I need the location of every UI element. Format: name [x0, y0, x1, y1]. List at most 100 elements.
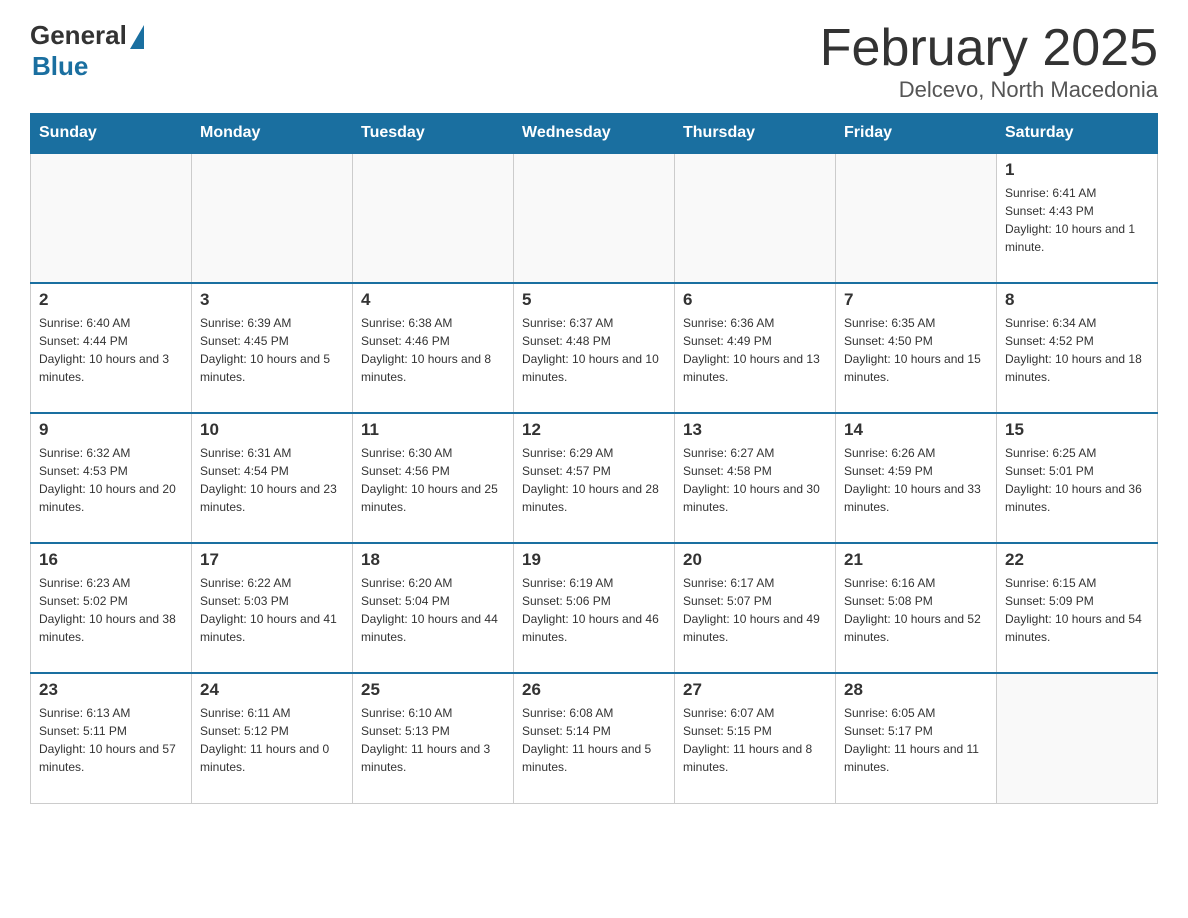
day-number: 28 — [844, 680, 988, 700]
day-number: 20 — [683, 550, 827, 570]
calendar-cell: 21 Sunrise: 6:16 AMSunset: 5:08 PMDayligh… — [836, 543, 997, 673]
calendar-cell: 28 Sunrise: 6:05 AMSunset: 5:17 PMDayligh… — [836, 673, 997, 803]
calendar-cell — [192, 153, 353, 283]
day-number: 13 — [683, 420, 827, 440]
calendar-cell: 27 Sunrise: 6:07 AMSunset: 5:15 PMDayligh… — [675, 673, 836, 803]
calendar-cell: 15Sunrise: 6:25 AMSunset: 5:01 PMDayligh… — [997, 413, 1158, 543]
calendar-cell: 10 Sunrise: 6:31 AMSunset: 4:54 PMDayligh… — [192, 413, 353, 543]
calendar-cell: 4 Sunrise: 6:38 AMSunset: 4:46 PMDaylight… — [353, 283, 514, 413]
day-info: Sunrise: 6:05 AMSunset: 5:17 PMDaylight:… — [844, 704, 988, 776]
calendar-cell: 17 Sunrise: 6:22 AMSunset: 5:03 PMDayligh… — [192, 543, 353, 673]
logo-general-text: General — [30, 20, 127, 51]
calendar-cell: 13Sunrise: 6:27 AMSunset: 4:58 PMDayligh… — [675, 413, 836, 543]
day-number: 16 — [39, 550, 183, 570]
calendar-cell: 22Sunrise: 6:15 AMSunset: 5:09 PMDayligh… — [997, 543, 1158, 673]
day-number: 14 — [844, 420, 988, 440]
calendar-cell — [31, 153, 192, 283]
day-number: 19 — [522, 550, 666, 570]
title-area: February 2025 Delcevo, North Macedonia — [820, 20, 1158, 103]
weekday-header-sunday: Sunday — [31, 114, 192, 154]
day-info: Sunrise: 6:35 AMSunset: 4:50 PMDaylight:… — [844, 314, 988, 386]
calendar-cell: 19 Sunrise: 6:19 AMSunset: 5:06 PMDayligh… — [514, 543, 675, 673]
calendar-cell: 2 Sunrise: 6:40 AMSunset: 4:44 PMDaylight… — [31, 283, 192, 413]
day-number: 23 — [39, 680, 183, 700]
calendar-cell: 9 Sunrise: 6:32 AMSunset: 4:53 PMDaylight… — [31, 413, 192, 543]
weekday-header-thursday: Thursday — [675, 114, 836, 154]
calendar-cell: 7 Sunrise: 6:35 AMSunset: 4:50 PMDaylight… — [836, 283, 997, 413]
calendar-cell: 8Sunrise: 6:34 AMSunset: 4:52 PMDaylight… — [997, 283, 1158, 413]
day-info: Sunrise: 6:26 AMSunset: 4:59 PMDaylight:… — [844, 444, 988, 516]
day-number: 18 — [361, 550, 505, 570]
day-info: Sunrise: 6:25 AMSunset: 5:01 PMDaylight:… — [1005, 444, 1149, 516]
day-number: 21 — [844, 550, 988, 570]
week-row-3: 9 Sunrise: 6:32 AMSunset: 4:53 PMDaylight… — [31, 413, 1158, 543]
calendar-cell: 14 Sunrise: 6:26 AMSunset: 4:59 PMDayligh… — [836, 413, 997, 543]
day-number: 27 — [683, 680, 827, 700]
week-row-2: 2 Sunrise: 6:40 AMSunset: 4:44 PMDaylight… — [31, 283, 1158, 413]
calendar-cell — [836, 153, 997, 283]
calendar-cell — [353, 153, 514, 283]
calendar-cell: 16 Sunrise: 6:23 AMSunset: 5:02 PMDayligh… — [31, 543, 192, 673]
weekday-header-monday: Monday — [192, 114, 353, 154]
day-number: 6 — [683, 290, 827, 310]
day-number: 3 — [200, 290, 344, 310]
weekday-header-friday: Friday — [836, 114, 997, 154]
day-info: Sunrise: 6:15 AMSunset: 5:09 PMDaylight:… — [1005, 574, 1149, 646]
day-info: Sunrise: 6:38 AMSunset: 4:46 PMDaylight:… — [361, 314, 505, 386]
day-number: 17 — [200, 550, 344, 570]
day-number: 4 — [361, 290, 505, 310]
weekday-header-saturday: Saturday — [997, 114, 1158, 154]
day-info: Sunrise: 6:39 AMSunset: 4:45 PMDaylight:… — [200, 314, 344, 386]
calendar-cell: 18 Sunrise: 6:20 AMSunset: 5:04 PMDayligh… — [353, 543, 514, 673]
calendar-cell — [514, 153, 675, 283]
day-number: 7 — [844, 290, 988, 310]
week-row-4: 16 Sunrise: 6:23 AMSunset: 5:02 PMDayligh… — [31, 543, 1158, 673]
weekday-header-wednesday: Wednesday — [514, 114, 675, 154]
day-number: 12 — [522, 420, 666, 440]
day-info: Sunrise: 6:08 AMSunset: 5:14 PMDaylight:… — [522, 704, 666, 776]
day-info: Sunrise: 6:13 AMSunset: 5:11 PMDaylight:… — [39, 704, 183, 776]
day-number: 2 — [39, 290, 183, 310]
day-number: 24 — [200, 680, 344, 700]
day-info: Sunrise: 6:37 AMSunset: 4:48 PMDaylight:… — [522, 314, 666, 386]
logo-blue-text: Blue — [32, 51, 88, 82]
calendar-cell — [675, 153, 836, 283]
day-info: Sunrise: 6:22 AMSunset: 5:03 PMDaylight:… — [200, 574, 344, 646]
calendar-cell: 20 Sunrise: 6:17 AMSunset: 5:07 PMDayligh… — [675, 543, 836, 673]
calendar-cell: 26 Sunrise: 6:08 AMSunset: 5:14 PMDayligh… — [514, 673, 675, 803]
day-info: Sunrise: 6:40 AMSunset: 4:44 PMDaylight:… — [39, 314, 183, 386]
day-info: Sunrise: 6:29 AMSunset: 4:57 PMDaylight:… — [522, 444, 666, 516]
day-info: Sunrise: 6:17 AMSunset: 5:07 PMDaylight:… — [683, 574, 827, 646]
day-info: Sunrise: 6:36 AMSunset: 4:49 PMDaylight:… — [683, 314, 827, 386]
day-number: 9 — [39, 420, 183, 440]
day-number: 5 — [522, 290, 666, 310]
calendar-cell: 25Sunrise: 6:10 AMSunset: 5:13 PMDayligh… — [353, 673, 514, 803]
day-info: Sunrise: 6:32 AMSunset: 4:53 PMDaylight:… — [39, 444, 183, 516]
calendar-cell: 3 Sunrise: 6:39 AMSunset: 4:45 PMDaylight… — [192, 283, 353, 413]
location-title: Delcevo, North Macedonia — [820, 77, 1158, 103]
day-info: Sunrise: 6:16 AMSunset: 5:08 PMDaylight:… — [844, 574, 988, 646]
calendar-cell: 24 Sunrise: 6:11 AMSunset: 5:12 PMDayligh… — [192, 673, 353, 803]
day-number: 11 — [361, 420, 505, 440]
calendar-cell: 23 Sunrise: 6:13 AMSunset: 5:11 PMDayligh… — [31, 673, 192, 803]
calendar-cell: 5 Sunrise: 6:37 AMSunset: 4:48 PMDaylight… — [514, 283, 675, 413]
day-info: Sunrise: 6:34 AMSunset: 4:52 PMDaylight:… — [1005, 314, 1149, 386]
day-info: Sunrise: 6:11 AMSunset: 5:12 PMDaylight:… — [200, 704, 344, 776]
calendar-cell: 12 Sunrise: 6:29 AMSunset: 4:57 PMDayligh… — [514, 413, 675, 543]
day-info: Sunrise: 6:19 AMSunset: 5:06 PMDaylight:… — [522, 574, 666, 646]
calendar-cell: 1Sunrise: 6:41 AMSunset: 4:43 PMDaylight… — [997, 153, 1158, 283]
day-info: Sunrise: 6:20 AMSunset: 5:04 PMDaylight:… — [361, 574, 505, 646]
weekday-header-tuesday: Tuesday — [353, 114, 514, 154]
calendar-table: SundayMondayTuesdayWednesdayThursdayFrid… — [30, 113, 1158, 804]
logo: General Blue — [30, 20, 144, 82]
week-row-1: 1Sunrise: 6:41 AMSunset: 4:43 PMDaylight… — [31, 153, 1158, 283]
calendar-cell: 11Sunrise: 6:30 AMSunset: 4:56 PMDayligh… — [353, 413, 514, 543]
day-info: Sunrise: 6:23 AMSunset: 5:02 PMDaylight:… — [39, 574, 183, 646]
day-info: Sunrise: 6:07 AMSunset: 5:15 PMDaylight:… — [683, 704, 827, 776]
calendar-cell — [997, 673, 1158, 803]
day-number: 26 — [522, 680, 666, 700]
day-number: 10 — [200, 420, 344, 440]
week-row-5: 23 Sunrise: 6:13 AMSunset: 5:11 PMDayligh… — [31, 673, 1158, 803]
day-info: Sunrise: 6:31 AMSunset: 4:54 PMDaylight:… — [200, 444, 344, 516]
day-number: 1 — [1005, 160, 1149, 180]
